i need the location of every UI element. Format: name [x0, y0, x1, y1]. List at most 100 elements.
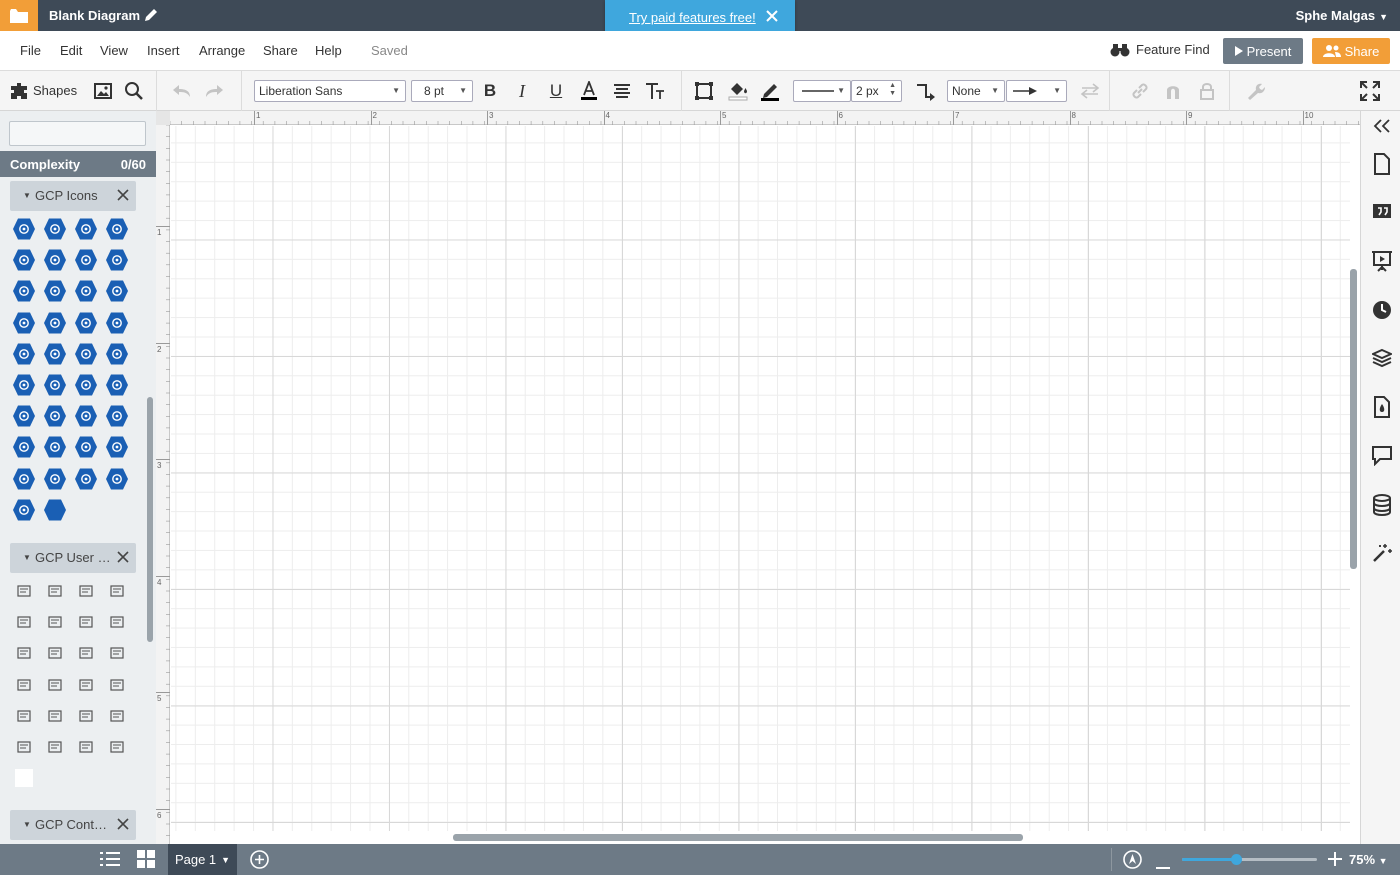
group-icon[interactable] [1163, 81, 1183, 101]
navigation-compass-icon[interactable] [1123, 850, 1142, 872]
collapse-triangle-icon[interactable]: ▼ [23, 553, 31, 562]
underline-icon[interactable]: U [546, 81, 566, 101]
library-header-gcp-icons[interactable]: ▼ GCP Icons [10, 181, 136, 211]
text-options-icon[interactable] [645, 81, 665, 101]
text-color-icon[interactable] [579, 81, 599, 101]
quote-icon[interactable] [1371, 201, 1393, 223]
swap-arrows-icon[interactable] [1080, 81, 1100, 101]
gcp-hexagon-icon[interactable] [12, 467, 36, 491]
wrench-icon[interactable] [1245, 81, 1265, 101]
gcp-hexagon-icon[interactable] [12, 311, 36, 335]
folder-button[interactable] [0, 0, 38, 31]
gcp-hexagon-icon[interactable] [12, 498, 36, 522]
collapse-triangle-icon[interactable]: ▼ [23, 191, 31, 200]
font-family-select[interactable]: Liberation Sans ▼ [254, 80, 406, 102]
gcp-device-icon[interactable] [43, 673, 67, 697]
gcp-hexagon-icon[interactable] [105, 311, 129, 335]
gcp-hexagon-icon[interactable] [105, 217, 129, 241]
gcp-hexagon-icon[interactable] [43, 311, 67, 335]
gcp-hexagon-icon[interactable] [74, 404, 98, 428]
line-width-stepper[interactable]: 2 px ▲ ▼ [851, 80, 902, 102]
search-icon[interactable] [124, 81, 144, 101]
gcp-device-icon[interactable] [105, 610, 129, 634]
gcp-hexagon-icon[interactable] [105, 279, 129, 303]
presentation-icon[interactable] [1371, 250, 1393, 272]
gcp-hexagon-icon[interactable] [43, 498, 67, 522]
theme-drop-icon[interactable] [1371, 396, 1393, 418]
stepper-arrows-icon[interactable]: ▲ ▼ [889, 82, 896, 98]
layers-icon[interactable] [1371, 347, 1393, 369]
gcp-hexagon-icon[interactable] [74, 435, 98, 459]
gcp-hexagon-icon[interactable] [12, 342, 36, 366]
line-end-select[interactable]: ▼ [1006, 80, 1067, 102]
gcp-hexagon-icon[interactable] [105, 435, 129, 459]
gcp-device-icon[interactable] [43, 704, 67, 728]
blank-shape-icon[interactable] [12, 766, 36, 790]
menu-insert[interactable]: Insert [147, 43, 180, 58]
collapse-panel-icon[interactable] [1371, 115, 1393, 137]
gcp-hexagon-icon[interactable] [43, 248, 67, 272]
gcp-hexagon-icon[interactable] [43, 217, 67, 241]
gcp-device-icon[interactable] [105, 735, 129, 759]
italic-icon[interactable]: I [512, 81, 532, 101]
gcp-device-icon[interactable] [105, 704, 129, 728]
feature-find-button[interactable]: Feature Find [1110, 42, 1210, 57]
gcp-hexagon-icon[interactable] [43, 404, 67, 428]
gcp-hexagon-icon[interactable] [105, 248, 129, 272]
gcp-hexagon-icon[interactable] [12, 404, 36, 428]
gcp-hexagon-icon[interactable] [74, 342, 98, 366]
library-header-gcp-containers[interactable]: ▼ GCP Contai… [10, 810, 136, 840]
comments-icon[interactable] [1371, 445, 1393, 467]
gcp-hexagon-icon[interactable] [105, 404, 129, 428]
gcp-device-icon[interactable] [12, 673, 36, 697]
present-button[interactable]: Present [1223, 38, 1303, 64]
image-icon[interactable] [93, 81, 113, 101]
user-menu[interactable]: Sphe Malgas ▼ [1296, 8, 1388, 23]
gcp-device-icon[interactable] [43, 735, 67, 759]
menu-file[interactable]: File [20, 43, 41, 58]
shapes-label[interactable]: Shapes [33, 83, 77, 98]
gcp-hexagon-icon[interactable] [12, 279, 36, 303]
history-icon[interactable] [1371, 299, 1393, 321]
close-icon[interactable] [116, 550, 130, 564]
menu-edit[interactable]: Edit [60, 43, 82, 58]
share-button[interactable]: Share [1312, 38, 1390, 64]
line-style-select[interactable]: ▼ [793, 80, 851, 102]
menu-share[interactable]: Share [263, 43, 298, 58]
connector-style-icon[interactable] [916, 81, 936, 101]
gcp-hexagon-icon[interactable] [105, 373, 129, 397]
gcp-hexagon-icon[interactable] [43, 435, 67, 459]
sidebar-scrollbar[interactable] [147, 397, 153, 642]
gcp-device-icon[interactable] [12, 610, 36, 634]
pencil-icon[interactable] [143, 7, 159, 23]
fill-color-icon[interactable] [728, 81, 748, 101]
shape-search-input[interactable] [9, 121, 146, 146]
gcp-device-icon[interactable] [43, 610, 67, 634]
gcp-device-icon[interactable] [74, 704, 98, 728]
gcp-device-icon[interactable] [74, 673, 98, 697]
puzzle-icon[interactable] [9, 81, 29, 101]
page-settings-icon[interactable] [1371, 153, 1393, 175]
font-size-select[interactable]: 8 pt ▼ [411, 80, 473, 102]
gcp-device-icon[interactable] [74, 735, 98, 759]
gcp-device-icon[interactable] [12, 579, 36, 603]
list-view-icon[interactable] [100, 851, 120, 870]
gcp-hexagon-icon[interactable] [12, 373, 36, 397]
line-color-icon[interactable] [760, 81, 780, 101]
gcp-hexagon-icon[interactable] [74, 248, 98, 272]
gcp-device-icon[interactable] [74, 610, 98, 634]
menu-arrange[interactable]: Arrange [199, 43, 245, 58]
document-title[interactable]: Blank Diagram [49, 8, 140, 23]
zoom-slider-handle[interactable] [1231, 854, 1242, 865]
shape-border-icon[interactable] [694, 81, 714, 101]
gcp-hexagon-icon[interactable] [105, 342, 129, 366]
gcp-hexagon-icon[interactable] [105, 467, 129, 491]
menu-view[interactable]: View [100, 43, 128, 58]
zoom-in-icon[interactable] [1328, 852, 1342, 869]
collapse-triangle-icon[interactable]: ▼ [23, 820, 31, 829]
gcp-hexagon-icon[interactable] [74, 279, 98, 303]
gcp-device-icon[interactable] [12, 641, 36, 665]
gcp-device-icon[interactable] [105, 579, 129, 603]
close-icon[interactable] [116, 817, 130, 831]
close-icon[interactable] [116, 188, 130, 202]
